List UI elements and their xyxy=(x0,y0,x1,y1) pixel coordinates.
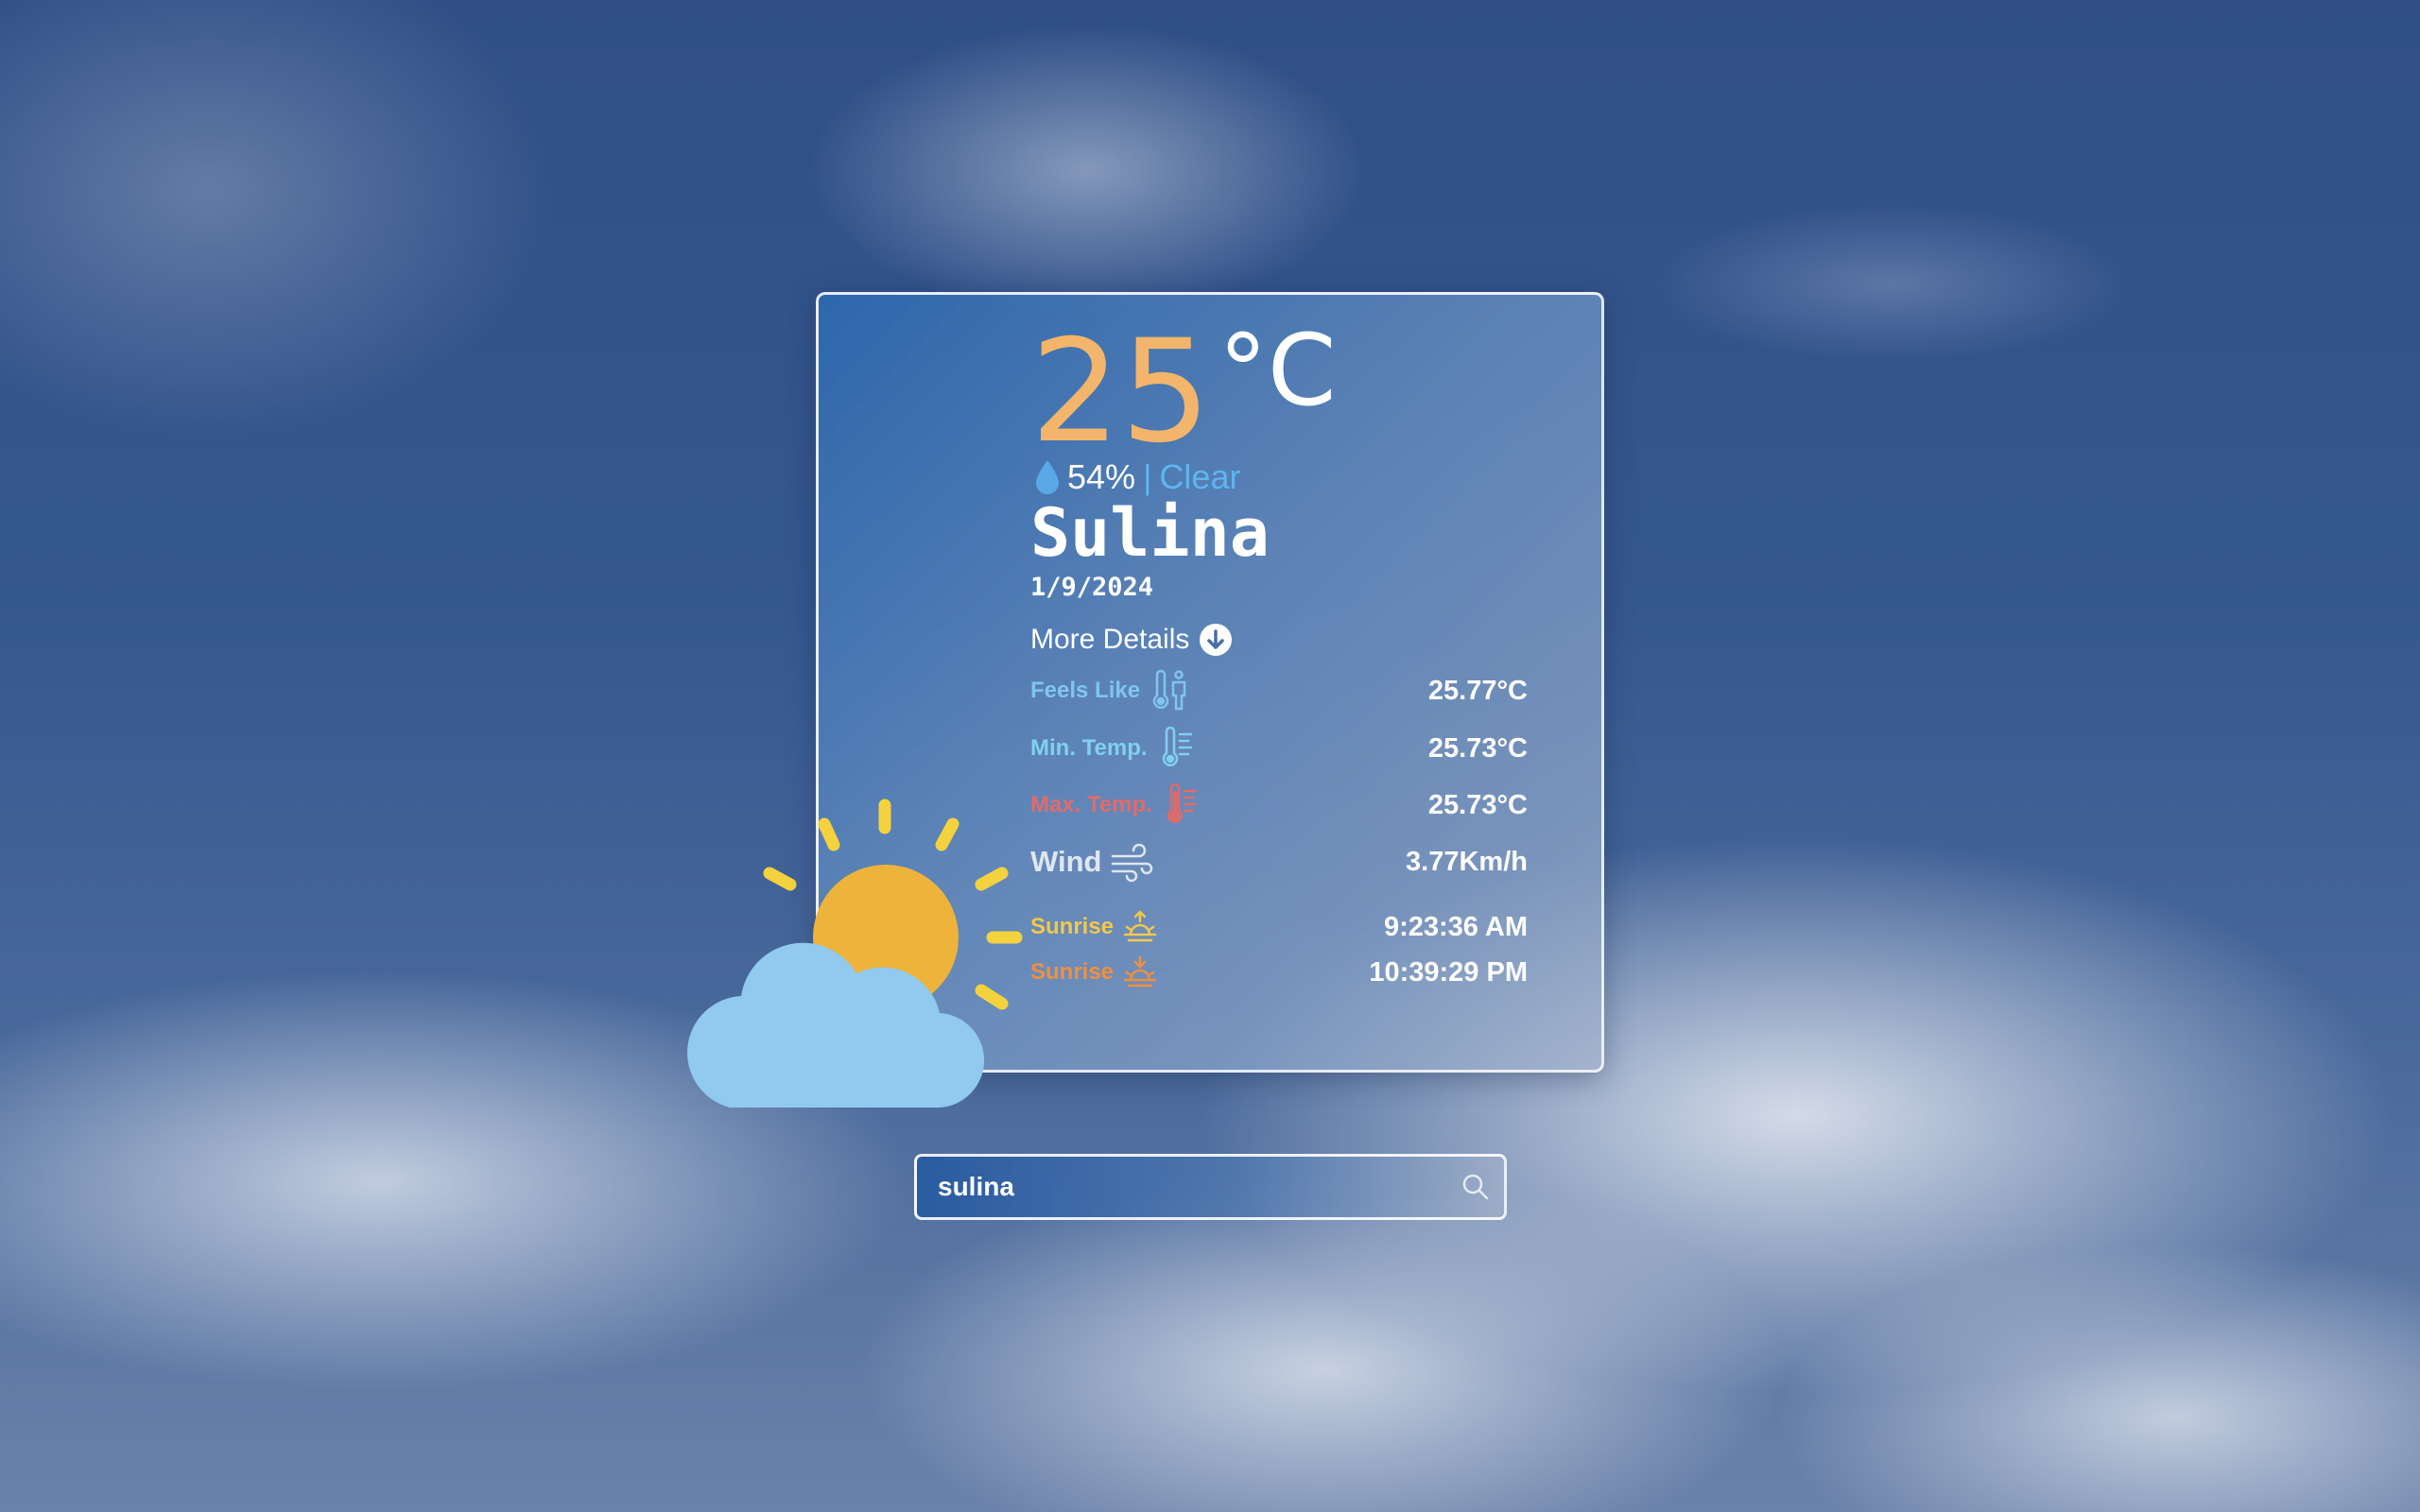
temperature-value: 25 xyxy=(1030,310,1211,474)
more-details-label: More Details xyxy=(1030,624,1190,655)
sunrise-icon xyxy=(1123,910,1157,942)
partly-cloudy-icon xyxy=(687,799,1023,1108)
search-bar xyxy=(914,1154,1507,1220)
detail-row-sunset: Sunrise 10:39:29 PM xyxy=(1030,951,1528,994)
sunset-icon xyxy=(1123,955,1157,988)
search-button[interactable] xyxy=(1447,1157,1504,1217)
wind-label: Wind xyxy=(1030,845,1102,878)
detail-row-sunrise: Sunrise 9:23:36 AM xyxy=(1030,905,1528,949)
city-name: Sulina xyxy=(1030,494,1270,572)
search-icon xyxy=(1462,1174,1489,1200)
date: 1/9/2024 xyxy=(1030,573,1154,602)
sunrise-label: Sunrise xyxy=(1030,914,1115,939)
temperature-display: 25 °C xyxy=(1030,321,1337,463)
wind-value: 3.77Km/h xyxy=(1406,846,1528,877)
feels-like-value: 25.77°C xyxy=(1427,675,1528,706)
max-temp-value: 25.73°C xyxy=(1427,789,1528,820)
detail-row-feels-like: Feels Like 25.77°C xyxy=(1030,666,1528,715)
thermometer-person-icon xyxy=(1152,669,1186,711)
min-temp-label: Min. Temp. xyxy=(1030,735,1148,761)
feels-like-label: Feels Like xyxy=(1030,678,1141,703)
thermometer-low-icon xyxy=(1162,727,1192,766)
arrow-down-circle-icon xyxy=(1200,624,1233,656)
search-input[interactable] xyxy=(917,1157,1447,1217)
thermometer-high-icon xyxy=(1167,783,1198,823)
sunset-value: 10:39:29 PM xyxy=(1369,956,1528,988)
temperature-unit: °C xyxy=(1218,313,1337,428)
sunrise-value: 9:23:36 AM xyxy=(1383,911,1528,942)
detail-row-wind: Wind 3.77Km/h xyxy=(1030,837,1528,886)
wind-icon xyxy=(1112,843,1153,883)
detail-row-min-temp: Min. Temp. 25.73°C xyxy=(1030,724,1528,773)
max-temp-label: Max. Temp. xyxy=(1030,792,1152,817)
min-temp-value: 25.73°C xyxy=(1427,732,1528,764)
water-drop-icon xyxy=(1036,460,1059,494)
sunset-label: Sunrise xyxy=(1030,959,1115,985)
more-details-button[interactable]: More Details xyxy=(1030,619,1233,661)
detail-row-max-temp: Max. Temp. 25.73°C xyxy=(1030,781,1528,830)
